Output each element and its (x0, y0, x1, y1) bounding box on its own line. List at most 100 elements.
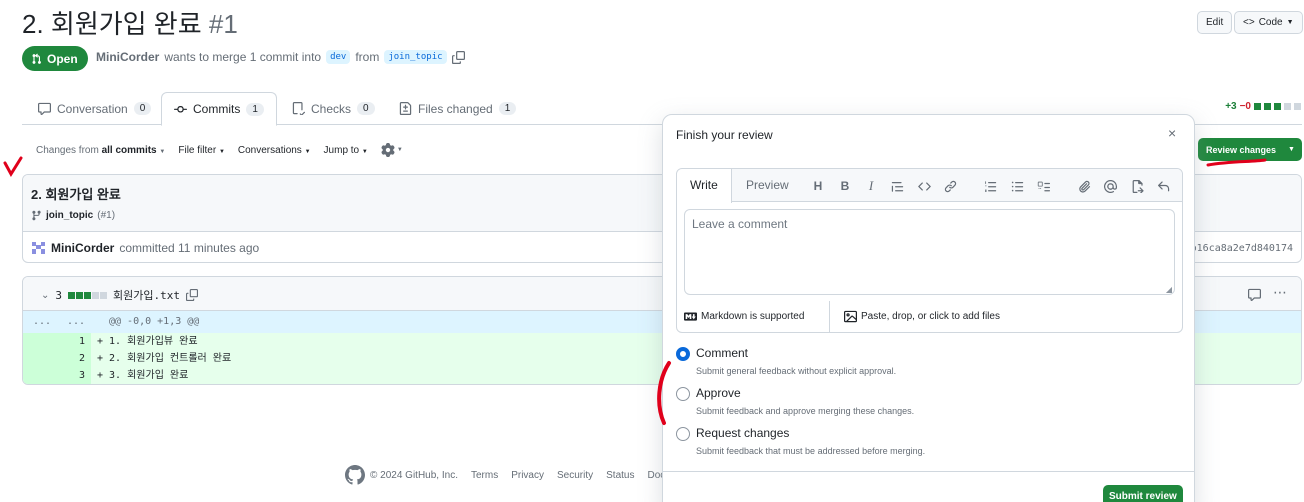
mention-icon[interactable] (1102, 178, 1118, 194)
code-button[interactable]: <> Code ▼ (1234, 11, 1303, 34)
settings-dropdown[interactable]: ▼ (381, 143, 403, 157)
file-diff-icon (399, 102, 412, 115)
diffstat-block (1284, 103, 1291, 110)
comment-textarea[interactable]: Leave a comment ◢ (684, 209, 1175, 295)
option-approve-desc: Submit feedback and approve merging thes… (696, 406, 915, 416)
link-icon[interactable] (942, 178, 958, 194)
close-icon[interactable]: × (1168, 125, 1176, 141)
bold-icon[interactable]: B (837, 178, 853, 194)
attach-files-label: Paste, drop, or click to add files (861, 311, 1000, 322)
radio-comment[interactable] (676, 347, 690, 361)
radio-approve[interactable] (676, 387, 690, 401)
github-logo-icon[interactable] (345, 465, 365, 485)
tab-conversation[interactable]: Conversation 0 (26, 92, 163, 125)
tab-files-changed[interactable]: Files changed 1 (387, 92, 528, 125)
pr-meta-from: from (355, 50, 380, 64)
commit-author[interactable]: MiniCorder (51, 241, 114, 255)
footer-link-security[interactable]: Security (557, 470, 593, 481)
file-name[interactable]: 회원가입.txt (113, 287, 180, 303)
italic-icon[interactable]: I (863, 178, 879, 194)
heading-icon[interactable]: H (810, 178, 826, 194)
line-number-new[interactable]: 2 (57, 350, 91, 367)
tab-write[interactable]: Write (677, 169, 732, 203)
caret-down-icon: ▼ (159, 148, 166, 155)
file-filter-dropdown[interactable]: File filter ▼ (178, 145, 225, 156)
line-number-new[interactable]: 1 (57, 333, 91, 350)
tab-checks[interactable]: Checks 0 (280, 92, 387, 125)
edit-button[interactable]: Edit (1197, 11, 1233, 34)
pr-title-text: 2. 회원가입 완료 (22, 9, 202, 39)
hunk-expand-left[interactable]: ... (33, 316, 51, 327)
commit-author-row: MiniCorder committed 11 minutes ago (31, 240, 259, 255)
resize-handle-icon[interactable]: ◢ (1166, 285, 1172, 294)
footer-divider (829, 301, 830, 332)
comment-icon[interactable] (1248, 288, 1261, 301)
diffstat-block (92, 291, 100, 299)
copy-icon[interactable] (186, 289, 198, 301)
option-comment-desc: Submit general feedback without explicit… (696, 366, 897, 376)
comment-editor: Write Preview H B I Leave a comment ◢ Ma… (676, 168, 1183, 333)
hunk-expand-right[interactable]: ... (67, 316, 85, 327)
tab-conversation-count: 0 (133, 102, 152, 115)
tab-files-changed-count: 1 (498, 102, 517, 115)
diffstat-deletions: −0 (1239, 101, 1251, 112)
editor-footer: Markdown is supported Paste, drop, or cl… (677, 301, 1182, 332)
comment-icon (38, 102, 51, 115)
commit-sha[interactable]: eb16ca8a2e7d840174 (1185, 243, 1293, 254)
numbered-list-icon[interactable] (982, 178, 998, 194)
changes-from-dropdown[interactable]: Changes from all commits ▼ (36, 145, 165, 156)
diffstat-block (68, 291, 76, 299)
tab-commits-label: Commits (193, 102, 241, 116)
diff-line-code: + 1. 회원가입뷰 완료 (97, 336, 198, 347)
diffstat: +3 −0 (1225, 101, 1301, 112)
footer-link-status[interactable]: Status (606, 470, 634, 481)
footer-link-terms[interactable]: Terms (471, 470, 498, 481)
commit-branch-name[interactable]: join_topic (46, 210, 93, 221)
head-branch[interactable]: join_topic (384, 50, 447, 64)
code-icon: <> (1243, 17, 1255, 28)
copy-icon[interactable] (451, 50, 465, 64)
line-number-old[interactable] (23, 350, 57, 367)
finish-review-dialog: Finish your review × Write Preview H B I… (662, 114, 1195, 502)
tab-commits[interactable]: Commits 1 (161, 92, 277, 126)
quote-icon[interactable] (889, 178, 905, 194)
submit-review-button[interactable]: Submit review (1103, 485, 1183, 502)
tab-conversation-label: Conversation (57, 101, 128, 116)
diffstat-block (76, 291, 84, 299)
attach-files-button[interactable]: Paste, drop, or click to add files (844, 310, 1000, 323)
paperclip-icon[interactable] (1076, 178, 1092, 194)
radio-request-changes[interactable] (676, 427, 690, 441)
reply-icon[interactable] (1155, 178, 1171, 194)
diffstat-additions: +3 (1225, 101, 1237, 112)
diffstat-block (1274, 103, 1281, 110)
diffstat-block (1254, 103, 1261, 110)
tasklist-icon[interactable] (1035, 178, 1051, 194)
markdown-supported-link[interactable]: Markdown is supported (684, 310, 804, 323)
jump-to-dropdown[interactable]: Jump to ▼ (324, 145, 368, 156)
kebab-horizontal-icon[interactable]: ⋯ (1273, 284, 1287, 301)
conversations-dropdown[interactable]: Conversations ▼ (238, 145, 311, 156)
pr-state-badge: Open (22, 46, 88, 71)
option-request-changes-desc: Submit feedback that must be addressed b… (696, 446, 926, 456)
file-change-count: 3 (55, 288, 63, 302)
file-filter-label: File filter (178, 144, 217, 156)
cross-reference-icon[interactable] (1129, 178, 1145, 194)
avatar[interactable] (31, 240, 46, 255)
commit-title[interactable]: 2. 회원가입 완료 (31, 184, 121, 203)
tab-preview[interactable]: Preview (733, 169, 802, 202)
footer-link-privacy[interactable]: Privacy (511, 470, 544, 481)
pr-author-link[interactable]: MiniCorder (96, 50, 159, 64)
bulleted-list-icon[interactable] (1009, 178, 1025, 194)
changes-from-prefix: Changes from (36, 144, 99, 156)
line-number-old[interactable] (23, 333, 57, 350)
line-number-old[interactable] (23, 367, 57, 384)
option-request-changes-label: Request changes (696, 426, 790, 440)
tab-commits-count: 1 (246, 102, 264, 116)
file-header-left: ⌄ 3 회원가입.txt (41, 287, 198, 303)
chevron-down-icon[interactable]: ⌄ (41, 290, 49, 301)
code-icon[interactable] (916, 178, 932, 194)
review-changes-button[interactable]: Review changes ▼ (1198, 138, 1302, 161)
base-branch[interactable]: dev (326, 50, 351, 64)
commit-pr-ref[interactable]: (#1) (97, 210, 115, 221)
line-number-new[interactable]: 3 (57, 367, 91, 384)
